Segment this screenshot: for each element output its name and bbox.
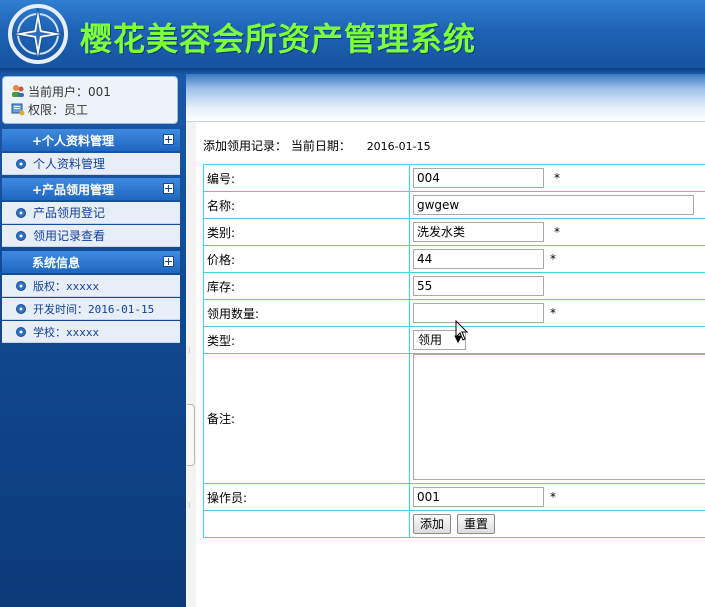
caption-label: 添加领用记录： (203, 139, 288, 153)
menu-item-record-view[interactable]: 领用记录查看 (2, 225, 180, 247)
user-info-box: 当前用户：001 权限：员工 (2, 76, 178, 124)
form-row-code: 编号: 004 * (203, 164, 705, 192)
menu-item-label: 领用记录查看 (33, 229, 106, 243)
field-cell: 洗发水类 * (409, 218, 705, 246)
field-label: 备注: (203, 353, 410, 484)
grip-icon: ⁝ (188, 501, 191, 510)
add-button[interactable]: 添加 (413, 514, 452, 534)
content-topbar (186, 74, 705, 122)
menu-item-personal-info[interactable]: 个人资料管理 (2, 153, 180, 175)
current-user-label: 当前用户：001 (28, 84, 111, 99)
date-value: 2016-01-15 (366, 140, 431, 153)
bullet-icon (16, 207, 26, 218)
menu-head-label: 系统信息 (32, 255, 81, 270)
collapse-tab[interactable] (187, 404, 195, 466)
expand-icon[interactable] (163, 183, 174, 194)
field-label: 名称: (203, 191, 410, 219)
app-title: 樱花美容会所资产管理系统 (80, 20, 477, 58)
price-input[interactable]: 44 (413, 249, 544, 269)
code-input[interactable]: 004 (413, 168, 544, 188)
record-form: 编号: 004 * 名称: gwgew 类别: 洗发水类 * 价格: 44 * 库存:… (203, 164, 705, 538)
grip-icon: ⁝ (188, 346, 191, 355)
field-label: 类型: (203, 326, 410, 354)
field-cell: * (409, 299, 705, 327)
bullet-icon (16, 230, 26, 241)
remark-textarea[interactable] (413, 354, 705, 480)
field-cell: 55 (409, 272, 705, 300)
stock-input[interactable]: 55 (413, 276, 544, 296)
menu-item-label: 产品领用登记 (33, 206, 106, 220)
form-row-price: 价格: 44 * (203, 245, 705, 273)
required-mark: * (554, 225, 560, 239)
field-label: 操作员: (203, 483, 410, 511)
menu-head-personal[interactable]: +个人资料管理 (2, 129, 180, 151)
permission-label: 权限：员工 (28, 102, 89, 117)
expand-icon[interactable] (163, 134, 174, 145)
menu-item-label: 个人资料管理 (33, 157, 106, 171)
field-label: 库存: (203, 272, 410, 300)
menu-head-system[interactable]: 系统信息 (2, 251, 180, 273)
field-cell: 44 * (409, 245, 705, 273)
bullet-icon (16, 280, 26, 291)
required-mark: * (550, 490, 556, 504)
menu-item-school: 学校：xxxxx (2, 321, 180, 343)
menu-item-label: 版权：xxxxx (33, 279, 100, 293)
user-icon (12, 85, 24, 97)
topbar-divider (186, 121, 705, 122)
menu-item-copyright: 版权：xxxxx (2, 275, 180, 297)
required-mark: * (550, 252, 556, 266)
type-select-value: 领用 (418, 333, 443, 347)
date-label: 当前日期： (290, 139, 351, 153)
quantity-input[interactable] (413, 303, 544, 323)
field-label: 价格: (203, 245, 410, 273)
bullet-icon (16, 326, 26, 337)
form-row-remark: 备注: (203, 353, 705, 484)
form-row-operator: 操作员: 001 * (203, 483, 705, 511)
field-cell: 领用 ▼ (409, 326, 705, 354)
form-row-stock: 库存: 55 (203, 272, 705, 300)
menu-item-label: 开发时间：2016-01-15 (33, 302, 155, 316)
required-mark: * (554, 171, 560, 185)
form-row-category: 类别: 洗发水类 * (203, 218, 705, 246)
logo-icon (8, 4, 68, 64)
bullet-icon (16, 303, 26, 314)
menu-item-label: 学校：xxxxx (33, 325, 100, 339)
menu-item-dev-time: 开发时间：2016-01-15 (2, 298, 180, 320)
empty-cell (203, 510, 410, 538)
reset-button[interactable]: 重置 (457, 514, 496, 534)
operator-input[interactable]: 001 (413, 487, 544, 507)
category-input[interactable]: 洗发水类 (413, 222, 544, 242)
menu-head-product[interactable]: +产品领用管理 (2, 178, 180, 200)
menu-head-label: +产品领用管理 (32, 182, 115, 197)
permission-row: 权限：员工 (11, 100, 88, 118)
actions-cell: 添加 重置 (409, 510, 705, 538)
required-mark: * (550, 306, 556, 320)
form-caption: 添加领用记录： 当前日期： 2016-01-15 (203, 137, 431, 154)
field-cell: gwgew (409, 191, 705, 219)
field-label: 类别: (203, 218, 410, 246)
field-cell (409, 353, 705, 484)
permission-icon (11, 103, 25, 116)
field-label: 领用数量: (203, 299, 410, 327)
cursor-icon (455, 320, 469, 341)
field-label: 编号: (203, 164, 410, 192)
expand-icon[interactable] (163, 256, 174, 267)
menu-head-label: +个人资料管理 (32, 133, 115, 148)
field-cell: 004 * (409, 164, 705, 192)
name-input[interactable]: gwgew (413, 195, 694, 215)
form-row-name: 名称: gwgew (203, 191, 705, 219)
field-cell: 001 * (409, 483, 705, 511)
sidebar-splitter[interactable]: ⁝ ⁝ (186, 74, 196, 607)
sidebar: 当前用户：001 权限：员工 +个人资料管理 个人资料管理 +产品领用管理 产品… (0, 74, 186, 607)
form-row-actions: 添加 重置 (203, 510, 705, 538)
menu-item-product-register[interactable]: 产品领用登记 (2, 202, 180, 224)
current-user-row: 当前用户：001 (11, 82, 111, 100)
bullet-icon (16, 158, 26, 169)
app-header: 樱花美容会所资产管理系统 (0, 0, 705, 68)
